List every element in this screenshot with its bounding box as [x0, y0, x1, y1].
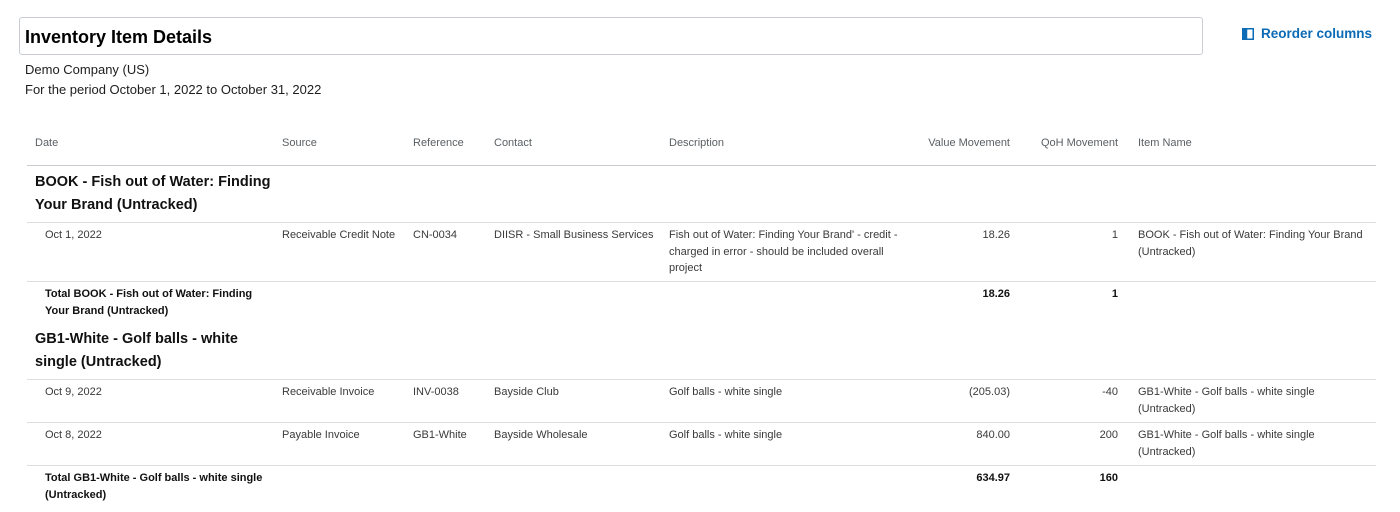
table-row[interactable]: Oct 8, 2022 Payable Invoice GB1-White Ba…: [27, 423, 1376, 466]
cell-source: Receivable Invoice: [282, 386, 375, 398]
cell-description: Fish out of Water: Finding Your Brand' -…: [669, 229, 898, 274]
table-header: Date Source Reference Contact Descriptio…: [27, 122, 1376, 166]
cell-qoh-movement: -40: [1102, 386, 1118, 398]
columns-icon: [1242, 27, 1254, 40]
total-row: Total GB1-White - Golf balls - white sin…: [27, 466, 1376, 507]
cell-qoh-movement: 200: [1099, 429, 1118, 441]
company-name: Demo Company (US): [25, 62, 150, 77]
cell-description: Golf balls - white single: [669, 386, 783, 398]
column-header-qoh-movement[interactable]: QoH Movement: [1019, 135, 1118, 152]
column-header-item-name[interactable]: Item Name: [1138, 135, 1192, 152]
cell-source: Receivable Credit Note: [282, 229, 396, 241]
cell-value-movement: (205.03): [969, 386, 1010, 398]
cell-item-name: GB1-White - Golf balls - white single (U…: [1138, 429, 1315, 458]
group-header: GB1-White - Golf balls - white single (U…: [27, 323, 1376, 380]
cell-value-movement: 840.00: [976, 429, 1010, 441]
cell-reference[interactable]: GB1-White: [413, 427, 467, 444]
reorder-columns-label: Reorder columns: [1261, 26, 1373, 41]
cell-item-name: GB1-White - Golf balls - white single (U…: [1138, 386, 1315, 415]
cell-contact: Bayside Wholesale: [494, 429, 588, 441]
column-header-date[interactable]: Date: [35, 135, 58, 152]
group-title: BOOK - Fish out of Water: Finding Your B…: [35, 174, 271, 213]
total-label: Total BOOK - Fish out of Water: Finding …: [45, 288, 253, 317]
report-period: For the period October 1, 2022 to Octobe…: [25, 82, 322, 97]
report-table: Date Source Reference Contact Descriptio…: [27, 122, 1376, 507]
column-header-contact[interactable]: Contact: [494, 135, 532, 152]
cell-description: Golf balls - white single: [669, 429, 783, 441]
total-value-movement: 18.26: [982, 288, 1010, 300]
page-title: Inventory Item Details: [25, 27, 213, 47]
cell-contact: DIISR - Small Business Services: [494, 229, 654, 241]
cell-date: Oct 9, 2022: [45, 386, 102, 398]
column-header-source[interactable]: Source: [282, 135, 317, 152]
table-row[interactable]: Oct 1, 2022 Receivable Credit Note CN-00…: [27, 223, 1376, 282]
cell-reference[interactable]: INV-0038: [413, 384, 459, 401]
column-header-description[interactable]: Description: [669, 135, 724, 152]
total-qoh-movement: 160: [1099, 472, 1118, 484]
total-row: Total BOOK - Fish out of Water: Finding …: [27, 282, 1376, 323]
cell-source: Payable Invoice: [282, 429, 360, 441]
cell-item-name: BOOK - Fish out of Water: Finding Your B…: [1138, 229, 1363, 258]
reorder-columns-button[interactable]: Reorder columns: [1242, 26, 1372, 41]
total-value-movement: 634.97: [976, 472, 1010, 484]
cell-qoh-movement: 1: [1111, 229, 1118, 241]
column-header-reference[interactable]: Reference: [413, 135, 464, 152]
cell-contact: Bayside Club: [494, 386, 559, 398]
table-row[interactable]: Oct 9, 2022 Receivable Invoice INV-0038 …: [27, 380, 1376, 423]
total-qoh-movement: 1: [1111, 288, 1118, 300]
report-title-field[interactable]: Inventory Item Details: [19, 17, 1203, 55]
cell-date: Oct 8, 2022: [45, 429, 102, 441]
cell-reference[interactable]: CN-0034: [413, 227, 457, 244]
group-title: GB1-White - Golf balls - white single (U…: [35, 331, 238, 370]
group-header: BOOK - Fish out of Water: Finding Your B…: [27, 166, 1376, 223]
column-header-value-movement[interactable]: Value Movement: [900, 135, 1010, 152]
cell-date: Oct 1, 2022: [45, 229, 102, 241]
total-label: Total GB1-White - Golf balls - white sin…: [45, 472, 263, 501]
cell-value-movement: 18.26: [982, 229, 1010, 241]
